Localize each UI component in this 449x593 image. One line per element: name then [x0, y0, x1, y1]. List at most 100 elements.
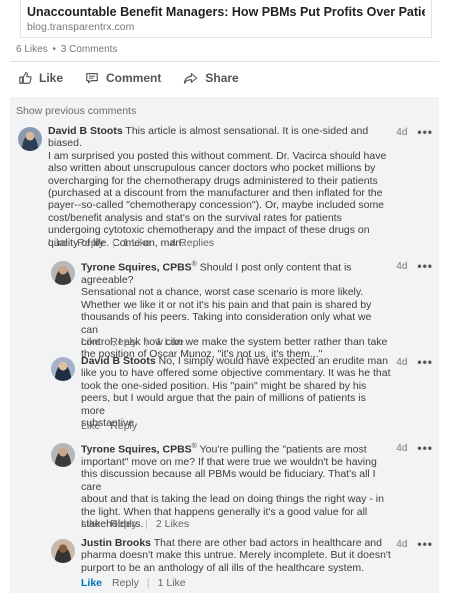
comment-actions: Like Reply [81, 420, 137, 432]
likes-count-link[interactable]: 6 Likes [16, 44, 48, 55]
comment-author[interactable]: Tyrone Squires, CPBS [81, 262, 192, 274]
counts-separator: • [52, 44, 56, 55]
comment-text-line: important" move on me? If that were true… [81, 455, 377, 468]
comment-like-button[interactable]: Like [81, 420, 100, 432]
share-label: Share [205, 71, 239, 85]
separator: | [112, 237, 115, 249]
comment-like-button[interactable]: Like [48, 237, 67, 249]
reply-comment: Justin Brooks That there are other bad a… [51, 537, 433, 589]
comment-actions: Like Reply | 1 Like · 4 Replies [48, 237, 214, 249]
comment-text-line: purport to be an anthology of all ills o… [81, 561, 365, 574]
comment-timestamp: 4d [396, 442, 408, 454]
comment-text-line: payer--so-called "chemotherapy concessio… [48, 199, 385, 212]
thumbs-up-icon [19, 72, 32, 84]
comments-count-link[interactable]: 3 Comments [61, 44, 118, 55]
comment-meta: 4d ••• [396, 125, 433, 139]
separator: | [146, 577, 150, 589]
more-options-icon[interactable]: ••• [417, 259, 433, 273]
comment-text-line: No, I simply would have expected an erud… [158, 355, 388, 367]
comment-actions: Like Reply | 2 Likes [81, 518, 189, 530]
comment-author[interactable]: Justin Brooks [81, 537, 151, 549]
comment-text-line: undergoing cytotoxic chemotherapy and th… [48, 224, 370, 237]
separator: | [145, 336, 148, 348]
comment-author[interactable]: Tyrone Squires, CPBS [81, 444, 192, 456]
comment-text-line: That there are other bad actors in healt… [153, 537, 382, 549]
comment-body: David B Stoots No, I simply would have e… [81, 355, 391, 429]
comment-reply-button[interactable]: Reply [110, 336, 137, 348]
comment-author[interactable]: David B Stoots [81, 355, 156, 367]
comments-section: Show previous comments David B Stoots Th… [10, 97, 439, 593]
reply-comment: David B Stoots No, I simply would have e… [51, 355, 433, 435]
comment-body: Tyrone Squires, CPBS® You're pulling the… [81, 441, 391, 530]
share-icon [184, 73, 198, 84]
comment-reply-button[interactable]: Reply [110, 420, 137, 432]
comment-button[interactable]: Comment [85, 71, 161, 85]
avatar[interactable] [51, 539, 75, 563]
comment-text-line: You're pulling the "patients are most [199, 443, 367, 456]
comment-timestamp: 4d [396, 356, 408, 368]
comment-text-line: I am surprised you posted this without c… [48, 149, 387, 162]
like-button[interactable]: Like [18, 71, 63, 85]
comment-text-line: (purchased at a discount from the manufa… [48, 187, 383, 200]
more-options-icon[interactable]: ••• [417, 537, 433, 551]
replies-count-link[interactable]: 4 Replies [170, 237, 214, 249]
comment-like-button[interactable]: Like [81, 336, 100, 348]
comment-text-line: pharma doesn't make this untrue. Merely … [81, 549, 391, 562]
comment-like-button[interactable]: Like [81, 577, 102, 589]
link-preview-card[interactable]: Unaccountable Benefit Managers: How PBMs… [20, 0, 432, 38]
comment-author[interactable]: David B Stoots [48, 125, 123, 137]
link-title[interactable]: Unaccountable Benefit Managers: How PBMs… [27, 4, 425, 20]
comment-timestamp: 4d [396, 260, 408, 272]
link-domain: blog.transparentrx.com [27, 21, 135, 33]
separator: | [145, 518, 148, 530]
reply-comment: Tyrone Squires, CPBS® Should I post only… [51, 259, 433, 360]
comment-text-line: Whether we like it or not it's his pain … [81, 298, 372, 311]
share-button[interactable]: Share [183, 71, 239, 85]
comment-reply-button[interactable]: Reply [77, 237, 104, 249]
comment-meta: 4d ••• [396, 441, 433, 455]
more-options-icon[interactable]: ••• [417, 441, 433, 455]
comment-meta: 4d ••• [396, 259, 433, 273]
like-label: Like [39, 71, 64, 85]
comment-label: Comment [106, 71, 162, 85]
comment-text-line: the light. When that happens generally i… [81, 505, 368, 518]
avatar[interactable] [51, 261, 75, 285]
divider [10, 61, 439, 62]
comment-like-button[interactable]: Like [81, 518, 100, 530]
certification-badge: ® [191, 443, 197, 450]
comment-icon [86, 73, 98, 84]
reply-comment: Tyrone Squires, CPBS® You're pulling the… [51, 441, 433, 531]
comment: David B Stoots This article is almost se… [18, 125, 433, 251]
comment-body: Justin Brooks That there are other bad a… [81, 537, 391, 574]
comment-likes-count[interactable]: 1 Like [158, 577, 186, 589]
comment-text-line: also written about unscrupulous cancer d… [48, 162, 376, 175]
post-action-bar: Like Comment Share [18, 71, 261, 85]
comment-text-line: this discussion because all PBMs would b… [81, 468, 376, 493]
comment-text-line: peers, but I would argue that the pain o… [81, 392, 366, 417]
comment-likes-count[interactable]: 2 Likes [156, 518, 189, 530]
avatar[interactable] [18, 127, 42, 151]
comment-text-line: about and that is taking the lead on doi… [81, 493, 384, 506]
comment-likes-count[interactable]: 1 Like [156, 336, 184, 348]
comment-text-line: cost/benefit analysis and stat's on the … [48, 211, 342, 224]
comment-meta: 4d ••• [396, 355, 433, 369]
comment-actions: Like Reply | 1 Like [81, 577, 186, 589]
comment-text-line: took the one-sided position. His "pain" … [81, 379, 367, 392]
show-previous-comments-link[interactable]: Show previous comments [16, 105, 136, 117]
comment-meta: 4d ••• [396, 537, 433, 551]
comment-text-line: like you to have offered some objective … [81, 367, 391, 380]
comment-likes-count[interactable]: 1 Like [123, 237, 151, 249]
comment-reply-button[interactable]: Reply [112, 577, 139, 589]
comment-timestamp: 4d [396, 538, 408, 550]
comment-body: David B Stoots This article is almost se… [48, 125, 388, 249]
social-counts: 6 Likes • 3 Comments [16, 44, 117, 55]
comment-text-line: overcharging for the chemotherapy drugs … [48, 174, 378, 187]
comment-text-line: Sensational not a chance, worst case sce… [81, 286, 364, 299]
avatar[interactable] [51, 443, 75, 467]
more-options-icon[interactable]: ••• [417, 125, 433, 139]
avatar[interactable] [51, 357, 75, 381]
comment-reply-button[interactable]: Reply [110, 518, 137, 530]
more-options-icon[interactable]: ••• [417, 355, 433, 369]
comment-timestamp: 4d [396, 126, 408, 138]
comment-text-line: thousands of his peers. Taking into cons… [81, 311, 372, 336]
